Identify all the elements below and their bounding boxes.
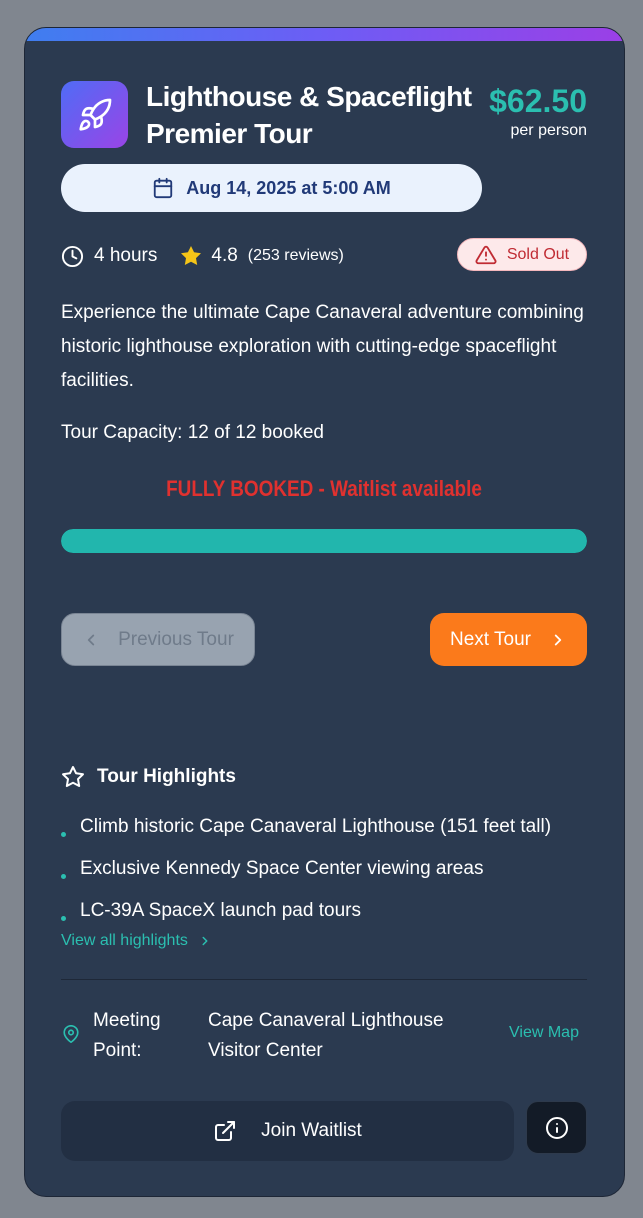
tour-title: Lighthouse & Spaceflight Premier Tour [146,81,472,149]
tour-description: Experience the ultimate Cape Canaveral a… [61,302,584,391]
highlight-text: Climb historic Cape Canaveral Lighthouse… [80,816,552,837]
info-button[interactable] [526,1101,587,1154]
list-item: Climb historic Cape Canaveral Lighthouse… [61,806,601,848]
highlight-text: Exclusive Kennedy Space Center viewing a… [80,858,484,879]
star-outline-icon [61,765,85,789]
bullet-icon [61,831,66,837]
capacity-progress-fill [61,529,587,553]
bullet-icon [61,915,66,921]
highlights-list: Climb historic Cape Canaveral Lighthouse… [61,806,601,932]
meeting-point-place: Cape Canaveral Lighthouse Visitor Center [208,1010,444,1061]
external-link-icon [213,1119,237,1143]
star-icon [179,244,203,268]
highlights-title: Tour Highlights [97,766,236,787]
capacity-text: Tour Capacity: 12 of 12 booked [61,422,325,443]
view-all-highlights-link[interactable]: View all highlights [61,932,212,950]
map-pin-icon [62,1025,80,1043]
join-waitlist-button[interactable]: Join Waitlist [61,1101,514,1161]
price-unit: per person [510,122,588,139]
view-all-label: View all highlights [61,932,188,949]
tour-rating: 4.8 [211,245,238,266]
capacity-progress-bar [61,529,587,553]
previous-tour-button[interactable]: Previous Tour [61,613,255,666]
tour-date: Aug 14, 2025 at 5:00 AM [186,177,391,198]
tour-card: Lighthouse & Spaceflight Premier Tour $6… [24,27,625,1197]
next-tour-label: Next Tour [450,628,531,650]
chevron-right-icon [198,934,212,948]
chevron-left-icon [82,631,100,649]
status-badge: Sold Out [457,238,587,271]
tour-price: $62.50 [489,83,587,119]
list-item: LC-39A SpaceX launch pad tours [61,890,601,932]
rocket-icon [77,97,113,133]
next-tour-button[interactable]: Next Tour [430,613,587,666]
fully-booked-notice: FULLY BOOKED - Waitlist available [166,476,482,501]
tour-icon-box [61,81,128,148]
chevron-right-icon [549,631,567,649]
highlight-text: LC-39A SpaceX launch pad tours [80,900,361,921]
join-waitlist-label: Join Waitlist [261,1120,362,1141]
status-text: Sold Out [506,245,570,263]
tour-duration: 4 hours [94,245,158,266]
list-item: Exclusive Kennedy Space Center viewing a… [61,848,601,890]
divider [61,979,587,980]
gradient-top-bar [25,28,624,41]
bullet-icon [61,873,66,879]
info-icon [545,1116,569,1140]
tour-meta-row: 4 hours 4.8 (253 reviews) [61,238,344,274]
meeting-point-label: Meeting Point: [93,1010,161,1061]
clock-icon [61,245,84,268]
highlights-heading: Tour Highlights [61,765,236,789]
review-count[interactable]: (253 reviews) [248,247,344,265]
warning-icon [475,244,497,266]
view-map-link[interactable]: View Map [509,1024,579,1042]
previous-tour-label: Previous Tour [118,628,234,650]
calendar-icon [152,177,174,199]
date-pill[interactable]: Aug 14, 2025 at 5:00 AM [61,164,482,212]
